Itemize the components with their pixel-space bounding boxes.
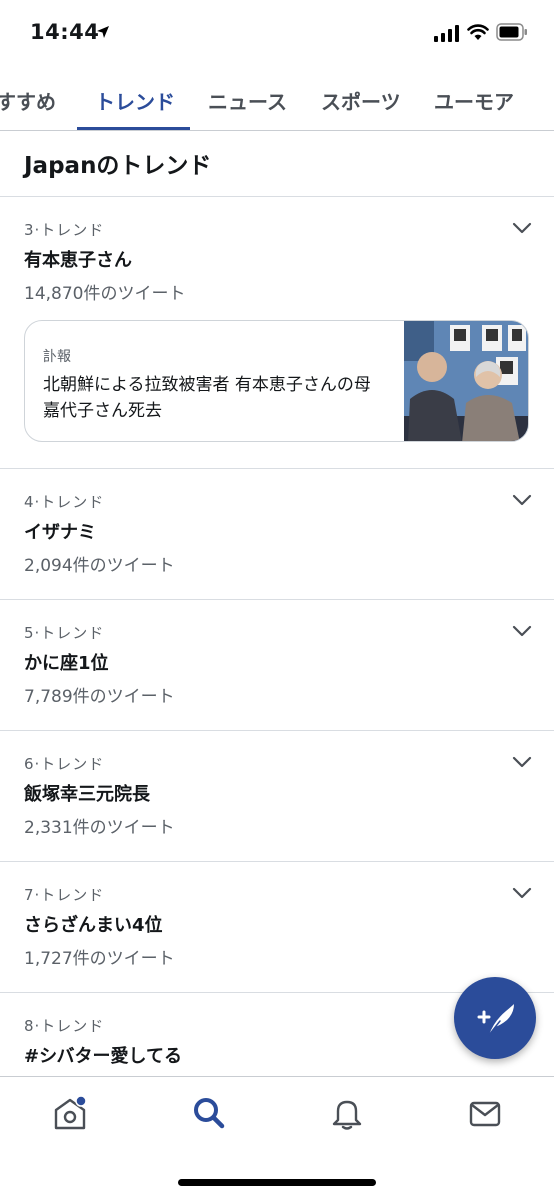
trend-rank: 8·トレンド xyxy=(24,1017,105,1035)
trend-tweet-count: 14,870件のツイート xyxy=(24,284,186,304)
tab-trends[interactable]: トレンド xyxy=(95,86,175,115)
trend-rank: 5·トレンド xyxy=(24,624,105,642)
tab-sports[interactable]: スポーツ xyxy=(321,86,401,115)
home-icon[interactable] xyxy=(52,1095,88,1131)
chevron-down-icon[interactable] xyxy=(512,493,532,507)
trend-name: #シバター愛してる xyxy=(24,1046,183,1067)
mail-icon[interactable] xyxy=(467,1095,503,1131)
tab-recommended[interactable]: すすめ xyxy=(0,86,56,115)
active-tab-indicator xyxy=(77,127,190,130)
trend-tweet-count: 7,789件のツイート xyxy=(24,687,175,707)
bell-icon[interactable] xyxy=(329,1095,365,1131)
trend-name: 飯塚幸三元院長 xyxy=(24,784,150,805)
explore-tabs: すすめ トレンド ニュース スポーツ ユーモア xyxy=(0,64,554,131)
news-headline: 北朝鮮による拉致被害者 有本恵子さんの母 嘉代子さん死去 xyxy=(43,375,371,421)
tab-humor[interactable]: ユーモア xyxy=(434,86,514,115)
cellular-signal-icon xyxy=(434,24,459,42)
trend-name: 有本恵子さん xyxy=(24,250,132,271)
status-bar: 14:44 xyxy=(0,0,554,64)
wifi-icon xyxy=(467,24,489,40)
news-category: 訃報 xyxy=(43,349,71,365)
chevron-down-icon[interactable] xyxy=(512,221,532,235)
chevron-down-icon[interactable] xyxy=(512,624,532,638)
trend-tweet-count: 2,331件のツイート xyxy=(24,818,175,838)
news-thumbnail xyxy=(404,321,528,441)
divider xyxy=(0,599,554,600)
compose-tweet-button[interactable] xyxy=(454,977,536,1059)
divider xyxy=(0,861,554,862)
compose-tweet-icon xyxy=(477,1004,514,1036)
status-time: 14:44 xyxy=(30,20,100,44)
chevron-down-icon[interactable] xyxy=(512,755,532,769)
chevron-down-icon[interactable] xyxy=(512,886,532,900)
trend-name: かに座1位 xyxy=(24,653,109,674)
divider xyxy=(0,468,554,469)
trend-tweet-count: 1,727件のツイート xyxy=(24,949,175,969)
divider xyxy=(0,730,554,731)
home-indicator xyxy=(178,1179,376,1186)
trend-tweet-count: 2,094件のツイート xyxy=(24,556,175,576)
trend-name: イザナミ xyxy=(24,522,96,543)
news-card[interactable]: 訃報 北朝鮮による拉致被害者 有本恵子さんの母 嘉代子さん死去 xyxy=(24,320,529,442)
section-title: Japanのトレンド xyxy=(24,153,212,179)
divider xyxy=(0,196,554,197)
trend-rank: 4·トレンド xyxy=(24,493,105,511)
trend-rank: 6·トレンド xyxy=(24,755,105,773)
trend-name: さらざんまい4位 xyxy=(24,915,163,936)
location-arrow-icon xyxy=(97,26,109,38)
trend-rank: 3·トレンド xyxy=(24,221,105,239)
trend-rank: 7·トレンド xyxy=(24,886,105,904)
battery-icon xyxy=(496,23,527,41)
tab-news[interactable]: ニュース xyxy=(208,86,287,115)
search-icon[interactable] xyxy=(191,1095,227,1131)
notification-dot xyxy=(75,1095,87,1107)
